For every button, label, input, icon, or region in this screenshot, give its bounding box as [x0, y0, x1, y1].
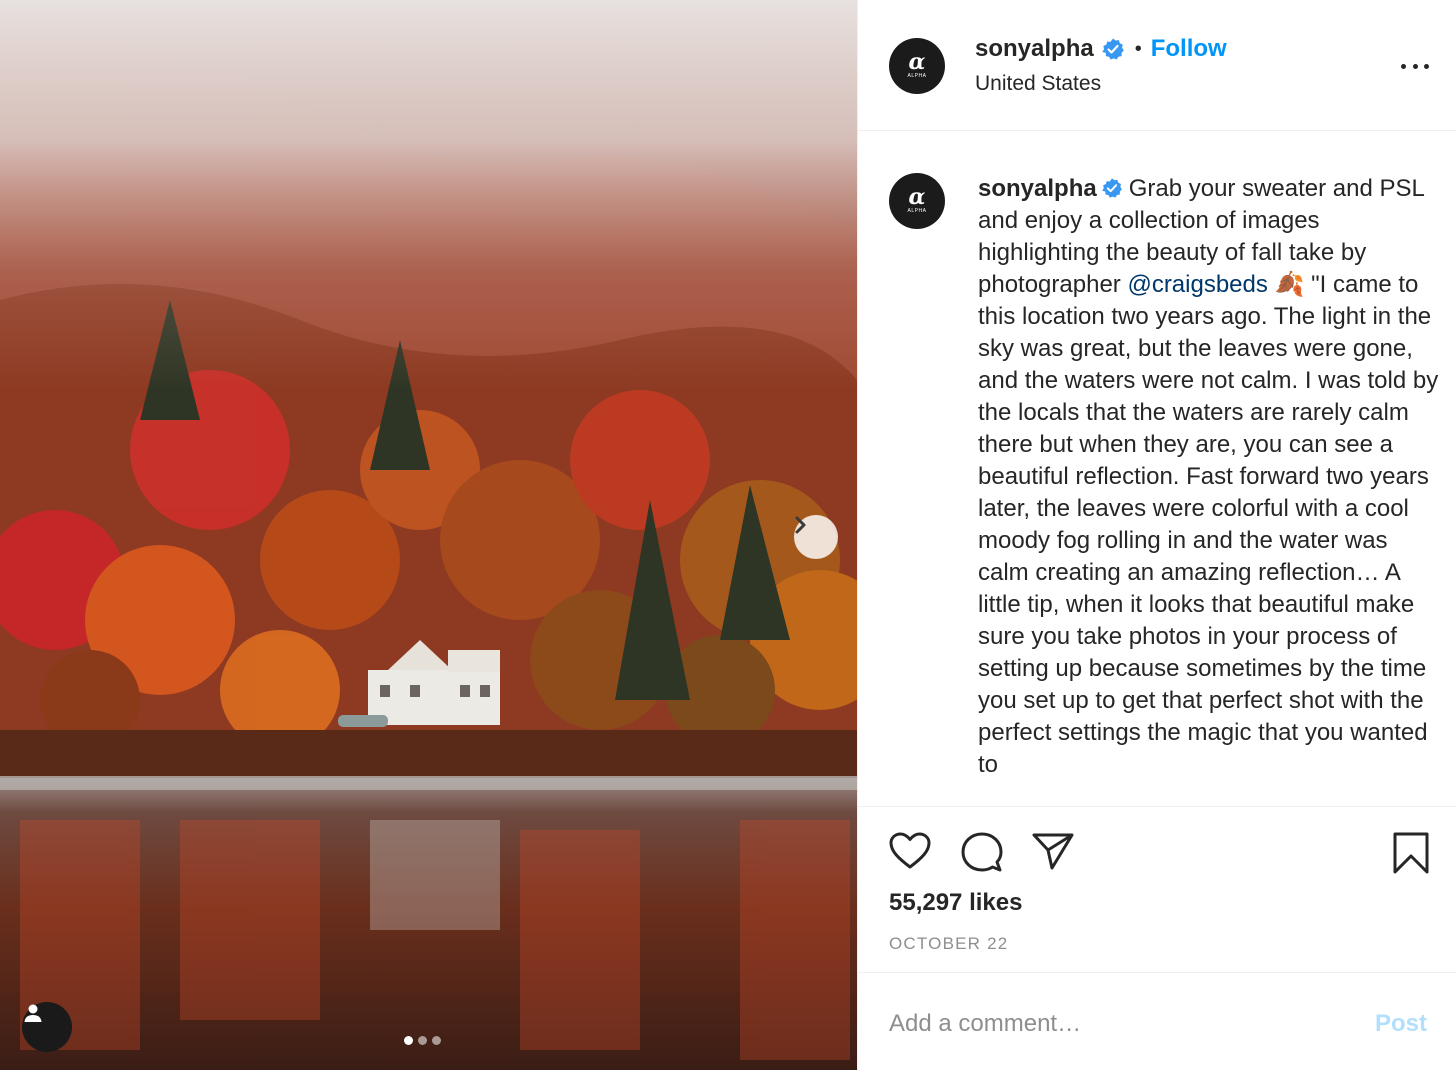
heart-icon[interactable] [888, 831, 932, 876]
post-details-panel: α ALPHA sonyalpha • Follow United States… [857, 0, 1456, 1070]
carousel-dot [432, 1036, 441, 1045]
carousel-dot-active [404, 1036, 413, 1045]
verified-badge-icon [1101, 37, 1125, 61]
leaf-emoji: 🍂 [1274, 271, 1305, 298]
avatar-word: ALPHA [907, 73, 927, 79]
autumn-landscape-image [0, 0, 857, 1070]
comment-input[interactable] [889, 1004, 1339, 1044]
header-user-line: sonyalpha • Follow [975, 35, 1227, 63]
likes-count[interactable]: 55,297 likes [889, 889, 1022, 917]
verified-badge-icon [1101, 177, 1123, 199]
post-date[interactable]: OCTOBER 22 [889, 934, 1008, 954]
caption-username[interactable]: sonyalpha [978, 175, 1097, 202]
comment-box: Post [858, 974, 1456, 1070]
comment-icon[interactable] [960, 831, 1004, 878]
carousel-indicator [404, 1036, 441, 1045]
separator-dot: • [1134, 37, 1142, 60]
avatar-symbol: α [908, 49, 926, 75]
caption-area: α ALPHA sonyalpha Grab your sweater and P… [858, 132, 1456, 805]
tagged-users-button[interactable] [22, 1002, 72, 1052]
post-header: α ALPHA sonyalpha • Follow United States [858, 0, 1456, 131]
post-photo[interactable] [0, 0, 857, 1070]
post-comment-button[interactable]: Post [1375, 1010, 1427, 1038]
carousel-dot [418, 1036, 427, 1045]
caption-avatar[interactable]: α ALPHA [889, 173, 945, 229]
caption-mention-link[interactable]: @craigsbeds [1127, 271, 1267, 298]
post-location[interactable]: United States [975, 72, 1101, 96]
caption-body-rest: "I came to this location two years ago. … [978, 271, 1439, 778]
bookmark-icon[interactable] [1391, 831, 1431, 880]
avatar[interactable]: α ALPHA [889, 38, 945, 94]
chevron-right-icon [795, 516, 806, 534]
user-tag-icon [24, 1004, 42, 1022]
more-options-icon[interactable] [1401, 54, 1429, 78]
next-photo-button[interactable] [794, 515, 838, 559]
avatar-word: ALPHA [907, 208, 927, 214]
avatar-symbol: α [908, 184, 926, 210]
share-icon[interactable] [1031, 831, 1075, 876]
caption-text: sonyalpha Grab your sweater and PSL and e… [978, 173, 1443, 796]
post-actions: 55,297 likes OCTOBER 22 [858, 806, 1456, 973]
follow-button[interactable]: Follow [1151, 35, 1227, 63]
header-username[interactable]: sonyalpha [975, 35, 1094, 63]
